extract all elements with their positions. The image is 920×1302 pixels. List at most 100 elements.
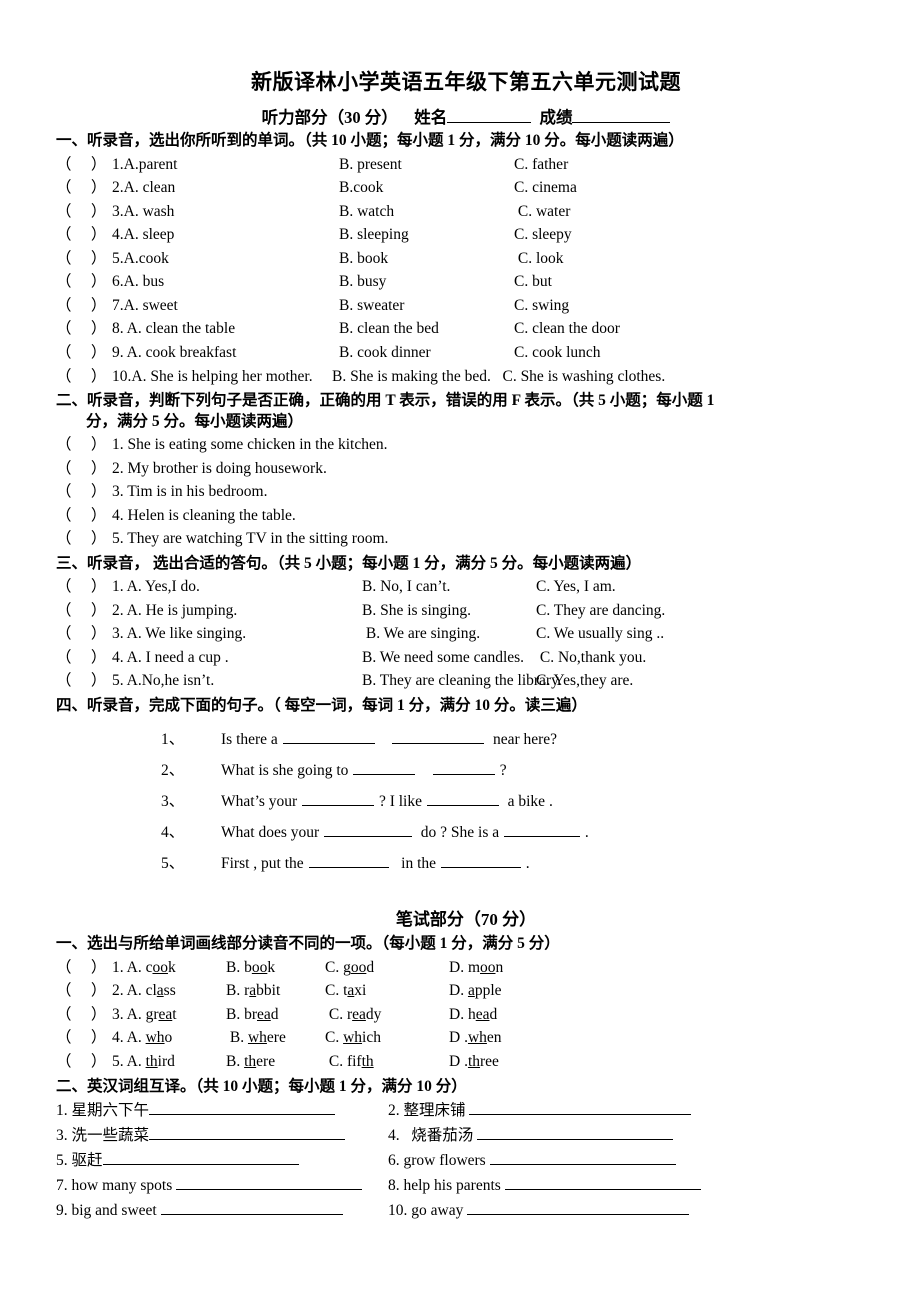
answer-bracket[interactable]: （ ） bbox=[56, 1026, 112, 1050]
answer-bracket[interactable]: （ ） bbox=[56, 622, 112, 646]
option-c[interactable]: C. cook lunch bbox=[514, 341, 601, 365]
option-b[interactable]: B. bread bbox=[226, 1003, 325, 1027]
answer-blank[interactable] bbox=[149, 1125, 346, 1141]
option-b[interactable]: B. clean the bed bbox=[339, 317, 514, 341]
answer-blank[interactable] bbox=[489, 1150, 676, 1166]
answer-bracket[interactable]: （ ） bbox=[56, 294, 112, 318]
answer-bracket[interactable]: （ ） bbox=[56, 527, 112, 551]
option-a[interactable]: 5.A.cook bbox=[112, 247, 339, 271]
option-b[interactable]: B. sleeping bbox=[339, 223, 514, 247]
answer-blank[interactable] bbox=[392, 729, 485, 745]
option-group[interactable]: 10.A. She is helping her mother. B. She … bbox=[112, 365, 665, 389]
option-b[interactable]: B. sweater bbox=[339, 294, 514, 318]
option-a[interactable]: 4. A. I need a cup . bbox=[112, 646, 362, 670]
answer-bracket[interactable]: （ ） bbox=[56, 200, 112, 224]
answer-blank[interactable] bbox=[176, 1175, 363, 1191]
option-b[interactable]: B. cook dinner bbox=[339, 341, 514, 365]
option-c[interactable]: C. Yes, I am. bbox=[536, 575, 616, 599]
answer-blank[interactable] bbox=[160, 1201, 343, 1216]
option-b[interactable]: B. where bbox=[226, 1026, 325, 1050]
answer-bracket[interactable]: （ ） bbox=[56, 433, 112, 457]
option-c[interactable]: C. ready bbox=[325, 1003, 449, 1027]
option-d[interactable]: D .three bbox=[449, 1050, 499, 1074]
option-b[interactable]: B. They are cleaning the library. bbox=[362, 669, 562, 693]
option-c[interactable]: C. father bbox=[514, 153, 568, 177]
option-a[interactable]: 3. A. We like singing. bbox=[112, 622, 362, 646]
answer-bracket[interactable]: （ ） bbox=[56, 646, 112, 670]
answer-bracket[interactable]: （ ） bbox=[56, 480, 112, 504]
option-c[interactable]: C. fifth bbox=[325, 1050, 449, 1074]
option-b[interactable]: B. She is singing. bbox=[362, 599, 536, 623]
answer-bracket[interactable]: （ ） bbox=[56, 599, 112, 623]
answer-blank[interactable] bbox=[426, 791, 499, 807]
answer-blank[interactable] bbox=[102, 1150, 299, 1166]
answer-bracket[interactable]: （ ） bbox=[56, 270, 112, 294]
option-b[interactable]: B. present bbox=[339, 153, 514, 177]
option-a[interactable]: 3. A. great bbox=[112, 1003, 226, 1027]
answer-bracket[interactable]: （ ） bbox=[56, 365, 112, 389]
answer-blank[interactable] bbox=[308, 853, 389, 869]
answer-bracket[interactable]: （ ） bbox=[56, 1003, 112, 1027]
option-b[interactable]: B. We are singing. bbox=[362, 622, 536, 646]
answer-bracket[interactable]: （ ） bbox=[56, 1050, 112, 1074]
option-a[interactable]: 2.A. clean bbox=[112, 176, 339, 200]
answer-blank[interactable] bbox=[302, 791, 375, 807]
option-a[interactable]: 7.A. sweet bbox=[112, 294, 339, 318]
option-a[interactable]: 3.A. wash bbox=[112, 200, 339, 224]
option-b[interactable]: B. there bbox=[226, 1050, 325, 1074]
option-a[interactable]: 1.A.parent bbox=[112, 153, 339, 177]
answer-bracket[interactable]: （ ） bbox=[56, 669, 112, 693]
option-a[interactable]: 8. A. clean the table bbox=[112, 317, 339, 341]
answer-blank[interactable] bbox=[149, 1100, 336, 1116]
answer-blank[interactable] bbox=[440, 853, 521, 869]
option-b[interactable]: B. rabbit bbox=[226, 979, 325, 1003]
option-a[interactable]: 1. A. Yes,I do. bbox=[112, 575, 362, 599]
option-c[interactable]: C. taxi bbox=[325, 979, 449, 1003]
option-c[interactable]: C. They are dancing. bbox=[536, 599, 665, 623]
option-c[interactable]: C. Yes,they are. bbox=[536, 669, 633, 693]
answer-bracket[interactable]: （ ） bbox=[56, 575, 112, 599]
option-a[interactable]: 4. A. who bbox=[112, 1026, 226, 1050]
option-a[interactable]: 5. A.No,he isn’t. bbox=[112, 669, 362, 693]
answer-bracket[interactable]: （ ） bbox=[56, 341, 112, 365]
answer-blank[interactable] bbox=[353, 760, 416, 776]
name-blank[interactable] bbox=[447, 122, 532, 124]
option-d[interactable]: D. moon bbox=[449, 956, 503, 980]
option-d[interactable]: D .when bbox=[449, 1026, 502, 1050]
option-a[interactable]: 2. A. class bbox=[112, 979, 226, 1003]
option-c[interactable]: C. swing bbox=[514, 294, 569, 318]
answer-blank[interactable] bbox=[477, 1125, 674, 1141]
option-c[interactable]: C. water bbox=[514, 200, 571, 224]
answer-bracket[interactable]: （ ） bbox=[56, 153, 112, 177]
answer-bracket[interactable]: （ ） bbox=[56, 317, 112, 341]
option-c[interactable]: C. cinema bbox=[514, 176, 577, 200]
option-b[interactable]: B. book bbox=[339, 247, 514, 271]
option-c[interactable]: C. look bbox=[514, 247, 564, 271]
option-d[interactable]: D. apple bbox=[449, 979, 502, 1003]
answer-blank[interactable] bbox=[504, 822, 580, 838]
option-a[interactable]: 2. A. He is jumping. bbox=[112, 599, 362, 623]
option-a[interactable]: 5. A. third bbox=[112, 1050, 226, 1074]
answer-blank[interactable] bbox=[324, 822, 413, 838]
answer-blank[interactable] bbox=[469, 1100, 692, 1116]
option-b[interactable]: B. book bbox=[226, 956, 325, 980]
answer-bracket[interactable]: （ ） bbox=[56, 247, 112, 271]
option-c[interactable]: C. which bbox=[325, 1026, 449, 1050]
option-c[interactable]: C. We usually sing .. bbox=[536, 622, 664, 646]
option-a[interactable]: 4.A. sleep bbox=[112, 223, 339, 247]
option-c[interactable]: C. sleepy bbox=[514, 223, 572, 247]
option-c[interactable]: C. clean the door bbox=[514, 317, 620, 341]
answer-blank[interactable] bbox=[432, 760, 495, 776]
answer-blank[interactable] bbox=[282, 729, 375, 745]
option-b[interactable]: B. No, I can’t. bbox=[362, 575, 536, 599]
answer-bracket[interactable]: （ ） bbox=[56, 956, 112, 980]
option-b[interactable]: B. busy bbox=[339, 270, 514, 294]
option-a[interactable]: 6.A. bus bbox=[112, 270, 339, 294]
answer-bracket[interactable]: （ ） bbox=[56, 176, 112, 200]
option-b[interactable]: B. watch bbox=[339, 200, 514, 224]
option-d[interactable]: D. head bbox=[449, 1003, 497, 1027]
answer-bracket[interactable]: （ ） bbox=[56, 223, 112, 247]
option-a[interactable]: 1. A. cook bbox=[112, 956, 226, 980]
option-c[interactable]: C. No,thank you. bbox=[536, 646, 646, 670]
option-b[interactable]: B. We need some candles. bbox=[362, 646, 536, 670]
